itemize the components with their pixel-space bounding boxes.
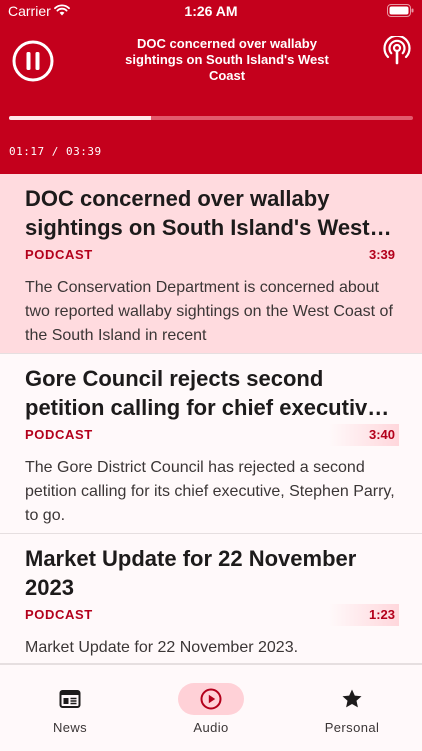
tab-audio-label: Audio [193, 720, 229, 735]
tab-news-label: News [52, 720, 88, 735]
star-icon [342, 689, 362, 708]
battery-icon [387, 4, 414, 17]
tab-bar: News Audio Personal [0, 664, 422, 751]
playback-progress-fill [9, 116, 152, 120]
item-meta: PODCAST 3:39 [25, 244, 397, 262]
item-duration: 3:39 [368, 247, 395, 262]
list-item[interactable]: Gore Council rejects second petition cal… [0, 354, 422, 534]
item-summary: The Gore District Council has rejected a… [25, 459, 395, 524]
status-bar: Carrier 1:26 AM [0, 0, 422, 24]
item-title: Gore Council rejects second petition cal… [25, 366, 380, 420]
tab-personal-label: Personal [324, 720, 380, 735]
tab-news[interactable]: News [0, 683, 140, 735]
item-tag: PODCAST [25, 427, 93, 442]
item-summary: The Conservation Department is concerned… [25, 279, 393, 344]
item-title: Market Update for 22 November 2023 [25, 546, 357, 600]
tab-news-icon-wrap [37, 683, 103, 715]
total-time: 03:39 [66, 145, 102, 158]
playback-time: 01:17 / 03:39 [9, 145, 102, 158]
tab-audio[interactable]: Audio [141, 683, 281, 735]
podcast-icon[interactable] [382, 36, 412, 66]
item-tag: PODCAST [25, 607, 93, 622]
newspaper-icon [59, 690, 81, 708]
pause-button[interactable] [12, 40, 54, 82]
tab-audio-icon-wrap [178, 683, 244, 715]
clock: 1:26 AM [184, 3, 238, 19]
item-title: DOC concerned over wallaby sightings on … [25, 186, 370, 240]
item-meta: PODCAST 3:40 [25, 424, 399, 446]
audio-player: Carrier 1:26 AM DOC concerned over walla… [0, 0, 422, 174]
playback-progress-bar[interactable] [9, 116, 413, 120]
now-playing-title: DOC concerned over wallaby sightings on … [125, 36, 329, 83]
elapsed-time: 01:17 [9, 145, 45, 158]
item-summary: Market Update for 22 November 2023. [25, 639, 299, 656]
audio-list: DOC concerned over wallaby sightings on … [0, 174, 422, 664]
list-item[interactable]: Market Update for 22 November 2023 PODCA… [0, 534, 422, 664]
tab-personal-icon-wrap [319, 683, 385, 715]
item-tag: PODCAST [25, 247, 93, 262]
play-circle-icon [200, 688, 222, 710]
tab-personal[interactable]: Personal [282, 683, 422, 735]
time-separator: / [51, 145, 59, 158]
list-item[interactable]: DOC concerned over wallaby sightings on … [0, 174, 422, 354]
item-meta: PODCAST 1:23 [25, 604, 399, 626]
item-duration: 1:23 [328, 604, 399, 626]
item-duration: 3:40 [328, 424, 399, 446]
